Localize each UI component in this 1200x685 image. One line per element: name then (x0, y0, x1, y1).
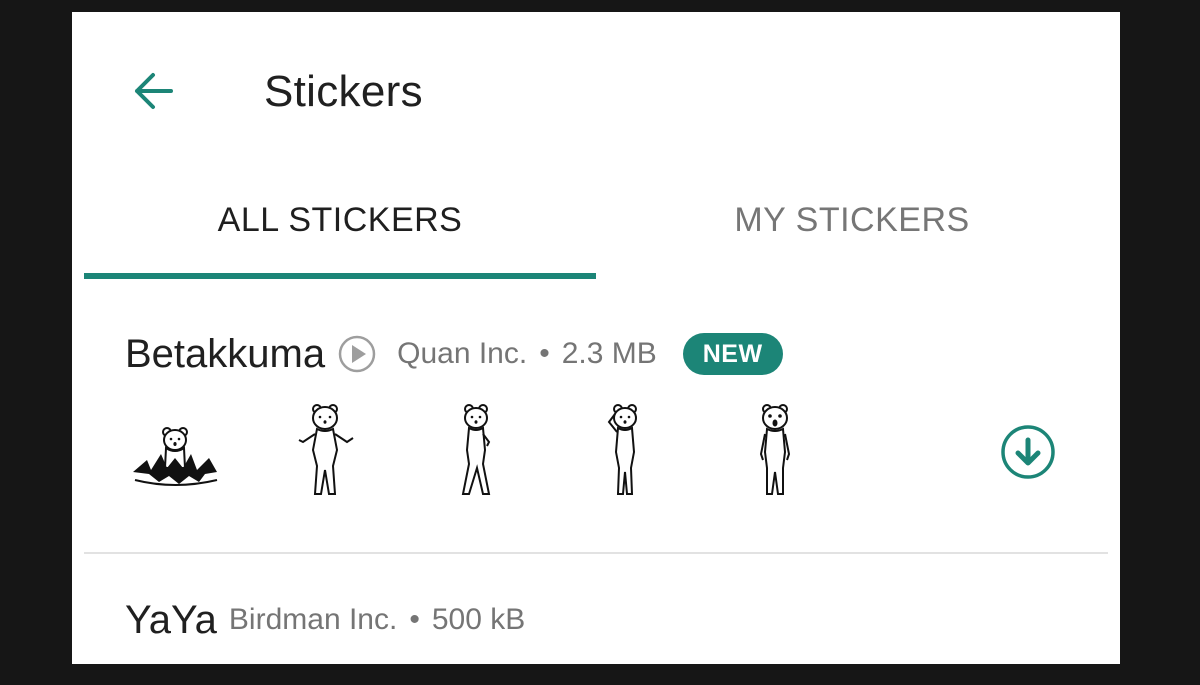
pack-publisher: Birdman Inc. (228, 603, 398, 636)
bear-dancing-sticker[interactable] (275, 402, 375, 502)
pack-meta: Quan Inc. • 2.3 MB (397, 337, 657, 371)
bear-explosion-sticker[interactable] (125, 402, 225, 502)
pack-name: YaYa (125, 597, 217, 642)
pack-name: Betakkuma (125, 331, 326, 376)
pack-divider (84, 552, 1108, 554)
active-tab-indicator (84, 273, 596, 279)
pack-publisher: Quan Inc. (397, 337, 528, 370)
download-circle-icon[interactable] (998, 422, 1058, 482)
arrow-left-icon (135, 73, 173, 109)
tab-my-stickers-label: MY STICKERS (734, 200, 970, 239)
back-button[interactable] (128, 68, 178, 114)
tab-all-stickers[interactable]: ALL STICKERS (84, 182, 596, 278)
pack-header: Betakkuma Quan Inc. • 2.3 MB NEW (125, 326, 783, 382)
sticker-pack-yaya[interactable]: YaYa Birdman Inc. • 500 kB (125, 592, 525, 648)
meta-separator: • (539, 337, 550, 370)
tab-all-stickers-label: ALL STICKERS (217, 200, 463, 239)
bear-walking-sticker[interactable] (425, 402, 525, 502)
pack-meta: Birdman Inc. • 500 kB (229, 603, 525, 637)
pack-size: 2.3 MB (561, 337, 657, 370)
tab-bar: ALL STICKERS MY STICKERS (84, 182, 1108, 278)
play-circle-icon[interactable] (337, 334, 377, 374)
sticker-pack-betakkuma[interactable]: Betakkuma Quan Inc. • 2.3 MB NEW (72, 302, 1120, 562)
page-title: Stickers (264, 67, 423, 116)
bear-saluting-sticker[interactable] (575, 402, 675, 502)
pack-size: 500 kB (431, 603, 526, 636)
new-badge: NEW (682, 333, 783, 375)
tab-my-stickers[interactable]: MY STICKERS (596, 182, 1108, 278)
sticker-screen: Stickers ALL STICKERS MY STICKERS Betakk… (72, 12, 1120, 664)
meta-separator: • (409, 603, 420, 636)
bear-shocked-sticker[interactable] (725, 402, 825, 502)
